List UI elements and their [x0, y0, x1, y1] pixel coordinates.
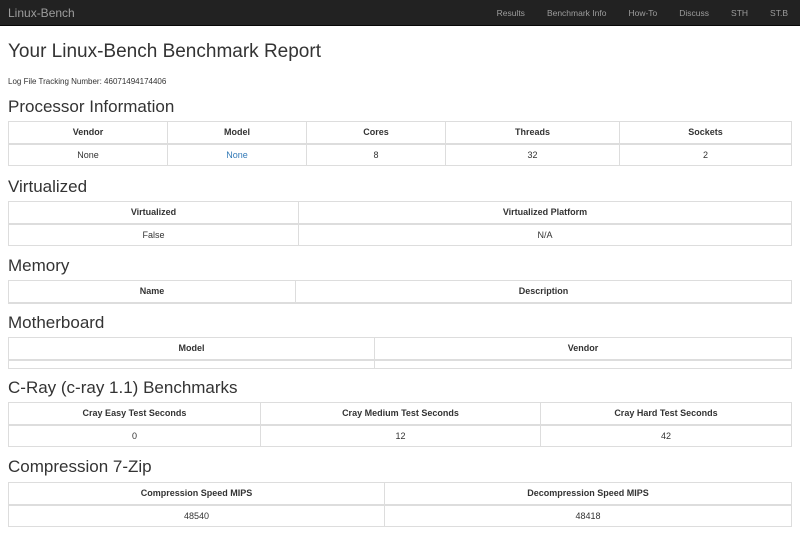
nav-results[interactable]: Results: [486, 8, 536, 18]
col-mb-vendor: Vendor: [374, 337, 792, 361]
cray-easy-value: 0: [8, 424, 261, 447]
col-virtualized: Virtualized: [8, 201, 299, 225]
page-title: Your Linux-Bench Benchmark Report: [8, 41, 321, 62]
memory-heading: Memory: [8, 256, 70, 275]
cores-value: 8: [306, 143, 446, 166]
memory-table: Name Description: [8, 280, 792, 304]
zip-table: Compression Speed MIPS Decompression Spee…: [8, 482, 792, 527]
col-cores: Cores: [306, 121, 446, 145]
tracking-number: Log File Tracking Number: 46071494174406: [8, 77, 167, 86]
col-cray-hard: Cray Hard Test Seconds: [540, 402, 792, 426]
col-model: Model: [167, 121, 307, 145]
col-vendor: Vendor: [8, 121, 168, 145]
processor-table: Vendor Model Cores Threads Sockets None None 8…: [8, 121, 792, 166]
motherboard-heading: Motherboard: [8, 313, 105, 332]
col-decompression: Decompression Speed MIPS: [384, 482, 792, 506]
decompression-value: 48418: [384, 504, 792, 527]
col-compression: Compression Speed MIPS: [8, 482, 385, 506]
zip-heading: Compression 7-Zip: [8, 457, 152, 476]
table-row: 48540 48418: [8, 504, 792, 527]
virtualized-heading: Virtualized: [8, 177, 88, 196]
threads-value: 32: [445, 143, 620, 166]
col-platform: Virtualized Platform: [298, 201, 792, 225]
nav-stb[interactable]: ST.B: [759, 8, 792, 18]
nav-benchmark-info[interactable]: Benchmark Info: [536, 8, 618, 18]
cray-heading: C-Ray (c-ray 1.1) Benchmarks: [8, 378, 238, 397]
nav-sth[interactable]: STH: [720, 8, 759, 18]
sockets-value: 2: [619, 143, 792, 166]
cray-hard-value: 42: [540, 424, 792, 447]
table-row: 0 12 42: [8, 424, 792, 447]
motherboard-table: Model Vendor: [8, 337, 792, 369]
vendor-value: None: [8, 143, 168, 166]
col-threads: Threads: [445, 121, 620, 145]
col-name: Name: [8, 280, 296, 304]
platform-value: N/A: [298, 223, 792, 246]
model-link[interactable]: None: [226, 150, 248, 160]
nav-discuss[interactable]: Discuss: [668, 8, 720, 18]
col-description: Description: [295, 280, 792, 304]
table-row: None None 8 32 2: [8, 143, 792, 166]
table-row: False N/A: [8, 223, 792, 246]
col-cray-easy: Cray Easy Test Seconds: [8, 402, 261, 426]
navbar: Linux-Bench Results Benchmark Info How-T…: [0, 0, 800, 26]
col-mb-model: Model: [8, 337, 375, 361]
cray-table: Cray Easy Test Seconds Cray Medium Test S…: [8, 402, 792, 447]
brand-link[interactable]: Linux-Bench: [8, 6, 75, 20]
table-row: [8, 359, 792, 369]
cray-medium-value: 12: [260, 424, 541, 447]
processor-heading: Processor Information: [8, 97, 175, 116]
virtualized-value: False: [8, 223, 299, 246]
nav-links: Results Benchmark Info How-To Discuss ST…: [486, 8, 792, 18]
col-sockets: Sockets: [619, 121, 792, 145]
compression-value: 48540: [8, 504, 385, 527]
col-cray-medium: Cray Medium Test Seconds: [260, 402, 541, 426]
nav-how-to[interactable]: How-To: [617, 8, 668, 18]
virtualized-table: Virtualized Virtualized Platform False N/A: [8, 201, 792, 246]
